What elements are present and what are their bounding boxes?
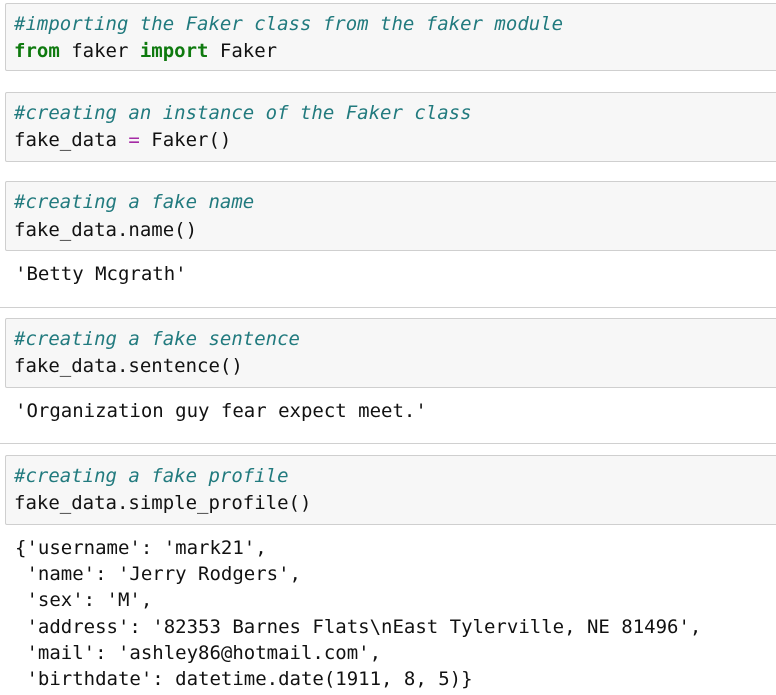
output-line: 'sex': 'M', [15, 589, 153, 611]
code-comment: #creating an instance of the Faker class [14, 102, 472, 124]
code-cell-sentence[interactable]: #creating a fake sentence fake_data.sent… [5, 318, 776, 388]
output-line: 'address': '82353 Barnes Flats\nEast Tyl… [15, 616, 702, 638]
code-comment: #creating a fake profile [14, 465, 289, 487]
cell-divider [0, 307, 776, 308]
code-line: fake_data.sentence() [14, 355, 243, 377]
cell-divider [0, 443, 776, 444]
code-comment: #importing the Faker class from the fake… [14, 13, 564, 35]
output-line: 'mail': 'ashley86@hotmail.com', [15, 642, 382, 664]
output-line: {'username': 'mark21', [15, 537, 267, 559]
code-line: from faker import Faker [14, 39, 277, 63]
keyword-import: import [139, 40, 209, 62]
variable-name: fake_data [14, 129, 129, 151]
cell-output-name: 'Betty Mcgrath' [15, 263, 187, 285]
module-name: faker [59, 40, 140, 62]
code-line: fake_data = Faker() [14, 128, 231, 152]
keyword-from: from [14, 40, 60, 62]
code-cell-name[interactable]: #creating a fake name fake_data.name() [5, 181, 776, 251]
cell-output-sentence: 'Organization guy fear expect meet.' [15, 400, 427, 422]
code-cell-import[interactable]: #importing the Faker class from the fake… [5, 3, 776, 71]
class-name: Faker [208, 40, 278, 62]
code-line: fake_data.simple_profile() [14, 492, 312, 514]
constructor-call: Faker() [139, 129, 232, 151]
code-comment: #creating a fake name [14, 191, 255, 213]
code-line: fake_data.name() [14, 219, 198, 241]
output-line: 'name': 'Jerry Rodgers', [15, 563, 301, 585]
assign-operator: = [128, 129, 140, 151]
code-cell-instance[interactable]: #creating an instance of the Faker class… [5, 92, 776, 162]
code-comment: #creating a fake sentence [14, 328, 300, 350]
code-cell-profile[interactable]: #creating a fake profile fake_data.simpl… [5, 455, 776, 525]
output-line: 'birthdate': datetime.date(1911, 8, 5)} [15, 668, 473, 690]
